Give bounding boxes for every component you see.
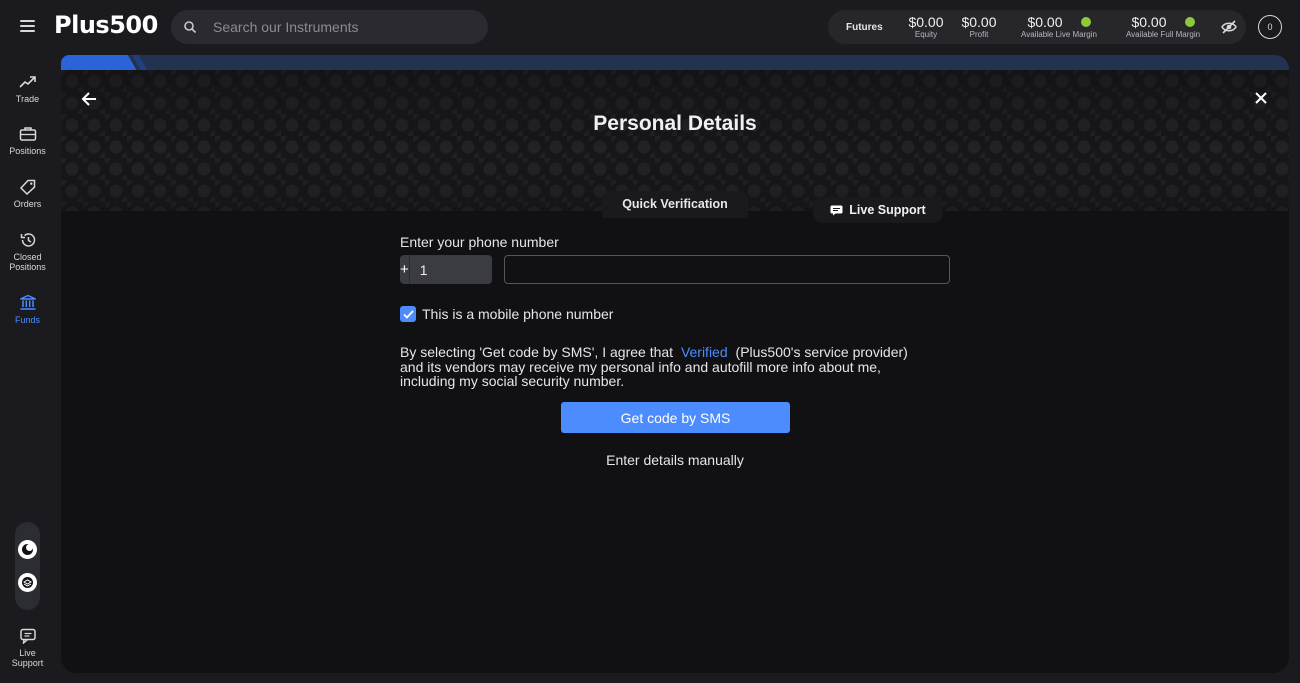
live-support-button[interactable]: Live Support bbox=[813, 197, 943, 223]
sidebar-item-label: Closed Positions bbox=[9, 252, 46, 272]
page-title: Personal Details bbox=[593, 112, 757, 135]
mobile-checkbox[interactable] bbox=[400, 306, 416, 322]
sidebar-item-label: Funds bbox=[14, 315, 40, 325]
layers-icon bbox=[22, 577, 33, 588]
bank-icon bbox=[19, 294, 36, 310]
checkmark-icon bbox=[402, 309, 414, 319]
account-summary: Futures $0.00 Equity $0.00 Profit $0.00 … bbox=[828, 10, 1246, 44]
profit-stat: $0.00 Profit bbox=[961, 14, 997, 39]
enter-details-manually-link: Enter details manually bbox=[61, 452, 1289, 468]
mode-toggle-button[interactable] bbox=[18, 573, 37, 592]
sidebar-item-live-support[interactable]: Live Support bbox=[0, 628, 55, 668]
menu-icon[interactable] bbox=[20, 20, 35, 32]
theme-switcher bbox=[15, 522, 40, 610]
chat-icon bbox=[19, 628, 36, 644]
plus500-logo[interactable]: Plus 500 bbox=[54, 11, 158, 39]
verified-link[interactable]: Verified bbox=[681, 344, 728, 360]
trend-icon bbox=[18, 76, 36, 88]
live-support-label: Live Support bbox=[849, 203, 926, 217]
tag-icon bbox=[19, 179, 35, 195]
hide-balance-icon[interactable] bbox=[1220, 18, 1238, 36]
sidebar-item-label: Trade bbox=[15, 94, 40, 104]
enter-details-manually-label[interactable]: Enter details manually bbox=[606, 452, 744, 468]
close-icon[interactable] bbox=[1253, 90, 1269, 106]
country-code-field[interactable]: + bbox=[400, 255, 601, 284]
full-margin-stat: $0.00 Available Full Margin bbox=[1120, 14, 1206, 39]
sidebar-item-label: Orders bbox=[13, 199, 42, 209]
mobile-checkbox-label: This is a mobile phone number bbox=[422, 306, 614, 322]
avatar[interactable]: 0 bbox=[1258, 15, 1282, 39]
moon-icon bbox=[22, 544, 33, 555]
search-input[interactable] bbox=[213, 19, 463, 35]
live-margin-stat: $0.00 Available Live Margin bbox=[1016, 14, 1102, 39]
equity-stat: $0.00 Equity bbox=[908, 14, 944, 39]
profit-label: Profit bbox=[969, 30, 989, 39]
sidebar-item-closed-positions[interactable]: Closed Positions bbox=[0, 232, 55, 272]
sidebar-item-label: Positions bbox=[9, 146, 46, 156]
live-margin-label: Available Live Margin bbox=[1021, 30, 1097, 39]
form-area: Enter your phone number + This is a mobi… bbox=[61, 211, 1289, 673]
status-ok-icon bbox=[1184, 17, 1195, 27]
phone-label: Enter your phone number bbox=[400, 234, 559, 250]
sidebar-item-funds[interactable]: Funds bbox=[0, 294, 55, 325]
get-code-sms-button[interactable]: Get code by SMS bbox=[561, 402, 790, 433]
dark-mode-button[interactable] bbox=[18, 540, 37, 559]
logo-text-right: 500 bbox=[109, 11, 158, 39]
briefcase-icon bbox=[19, 127, 36, 141]
futures-button[interactable]: Futures bbox=[846, 22, 883, 33]
logo-text-left: Plus bbox=[54, 11, 110, 39]
breadcrumb[interactable] bbox=[61, 55, 137, 71]
equity-label: Equity bbox=[914, 30, 938, 39]
consent-text: By selecting 'Get code by SMS', I agree … bbox=[400, 345, 930, 389]
profit-value: $0.00 bbox=[961, 14, 997, 30]
full-margin-value: $0.00 bbox=[1131, 14, 1167, 30]
personal-details-panel: Personal Details Enter your phone number… bbox=[61, 70, 1289, 673]
history-icon bbox=[20, 233, 35, 247]
sidebar-item-trade[interactable]: Trade bbox=[0, 74, 55, 104]
status-ok-icon bbox=[1080, 17, 1091, 27]
sidebar-item-label: Live Support bbox=[11, 648, 44, 668]
sidebar-item-positions[interactable]: Positions bbox=[0, 126, 55, 156]
tab-quick-verification[interactable]: Quick Verification bbox=[602, 191, 748, 218]
mobile-checkbox-row[interactable]: This is a mobile phone number bbox=[400, 306, 613, 322]
back-arrow-icon[interactable] bbox=[80, 90, 98, 108]
search-icon bbox=[184, 21, 197, 34]
sidebar-item-orders[interactable]: Orders bbox=[0, 179, 55, 209]
plus-icon: + bbox=[400, 255, 410, 284]
chat-icon bbox=[830, 205, 843, 215]
sidebar: Trade Positions Orders Closed Positions bbox=[0, 60, 55, 683]
live-margin-value: $0.00 bbox=[1027, 14, 1063, 30]
full-margin-label: Available Full Margin bbox=[1125, 30, 1201, 39]
top-bar: Plus500 Futures $0.00 Equity $0.00 Profi… bbox=[0, 0, 1300, 55]
consent-text-before: By selecting 'Get code by SMS', I agree … bbox=[400, 344, 674, 360]
header-pattern-fade bbox=[61, 70, 1289, 211]
search-bar[interactable] bbox=[171, 10, 488, 44]
phone-number-input[interactable] bbox=[504, 255, 950, 284]
equity-value: $0.00 bbox=[908, 14, 944, 30]
